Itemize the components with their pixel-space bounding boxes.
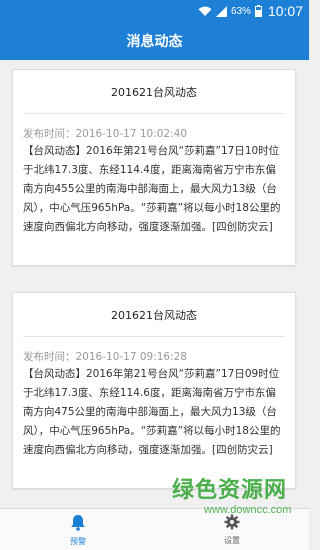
tab-alert-label: 预警 (70, 536, 86, 546)
message-title: 201621台风动态 (23, 70, 285, 114)
message-card[interactable]: 201621台风动态 发布时间：2016-10-17 10:02:40 【台风动… (12, 69, 296, 266)
bell-icon (70, 514, 86, 533)
message-body: 【台风动态】2016年第21号台风“莎莉嘉”17日10时位于北纬17.3度、东经… (23, 145, 281, 233)
wifi-icon (198, 6, 212, 17)
message-card[interactable]: 201621台风动态 发布时间：2016-10-17 09:16:28 【台风动… (12, 292, 296, 489)
clock: 10:07 (267, 3, 303, 19)
page-title: 消息动态 (126, 34, 183, 50)
status-bar: 63% 10:07 (0, 0, 309, 22)
bottom-nav: 预警 设置 (0, 508, 309, 550)
tab-alert[interactable]: 预警 (43, 509, 113, 550)
message-time: 发布时间：2016-10-17 09:16:28 (23, 351, 188, 363)
message-body: 【台风动态】2016年第21号台风“莎莉嘉”17日09时位于北纬17.3度、东经… (23, 368, 281, 456)
message-time: 发布时间：2016-10-17 10:02:40 (23, 128, 188, 140)
battery-percent: 63% (230, 5, 251, 17)
tab-settings[interactable]: 设置 (197, 509, 267, 550)
message-list[interactable]: 201621台风动态 发布时间：2016-10-17 10:02:40 【台风动… (0, 60, 309, 508)
app-bar: 消息动态 (0, 22, 309, 60)
tab-settings-label: 设置 (224, 536, 240, 545)
message-title: 201621台风动态 (23, 293, 285, 337)
gear-icon (224, 514, 240, 532)
battery-icon (254, 5, 262, 17)
signal-icon (215, 5, 227, 17)
